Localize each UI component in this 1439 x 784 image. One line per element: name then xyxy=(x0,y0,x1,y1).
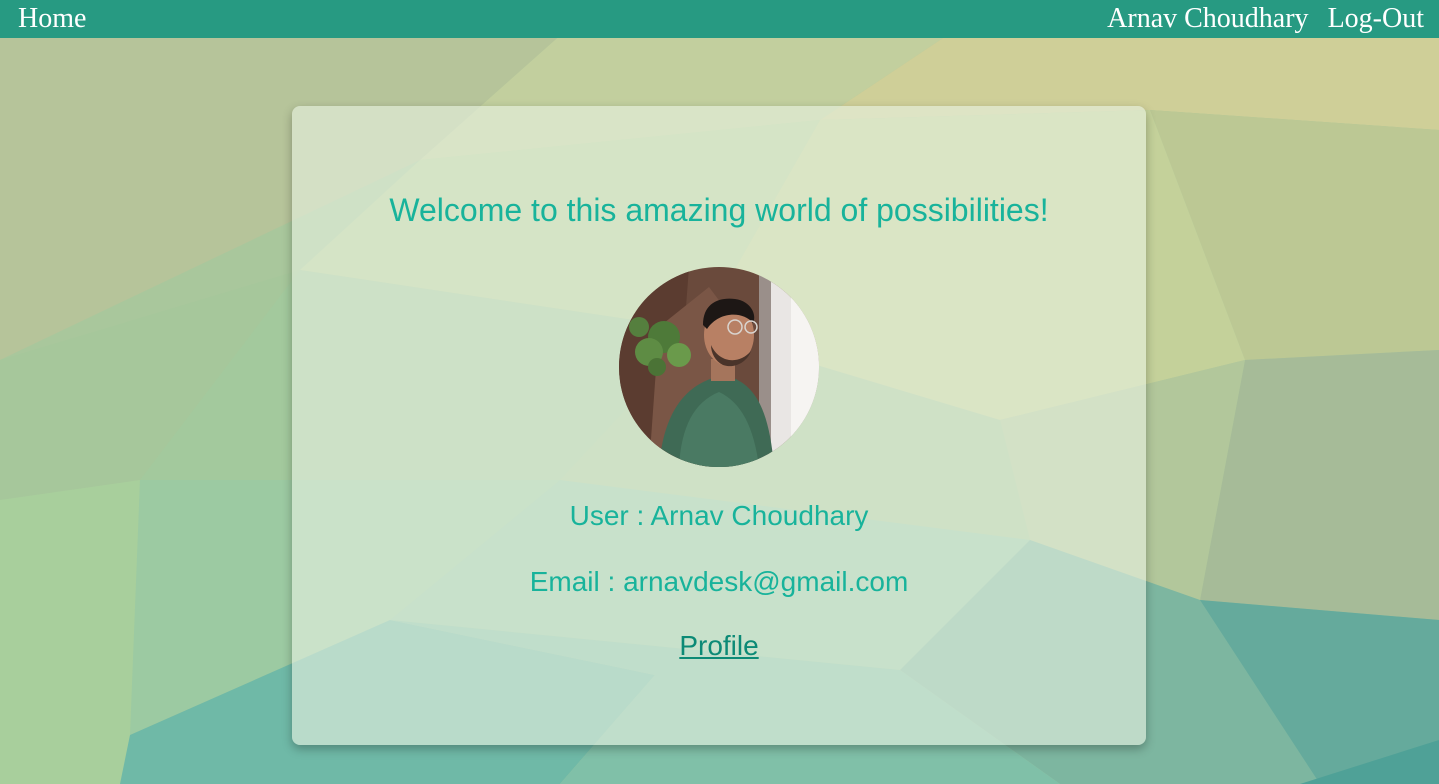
user-info: User : Arnav Choudhary xyxy=(569,500,869,531)
avatar-photo xyxy=(619,267,819,467)
nav-left: Home xyxy=(0,0,86,38)
welcome-card: Welcome to this amazing world of possibi… xyxy=(292,106,1146,745)
profile-link[interactable]: Profile xyxy=(679,630,758,661)
avatar xyxy=(619,267,819,467)
welcome-heading: Welcome to this amazing world of possibi… xyxy=(389,192,1049,228)
nav-right: Arnav Choudhary Log-Out xyxy=(1107,0,1439,38)
email-info: Email : arnavdesk@gmail.com xyxy=(529,566,909,597)
top-navbar: Home Arnav Choudhary Log-Out xyxy=(0,0,1439,38)
logout-link[interactable]: Log-Out xyxy=(1328,0,1424,38)
user-name-link[interactable]: Arnav Choudhary xyxy=(1107,0,1308,38)
profile-link-container: Profile xyxy=(292,630,1146,662)
home-link[interactable]: Home xyxy=(18,3,86,34)
